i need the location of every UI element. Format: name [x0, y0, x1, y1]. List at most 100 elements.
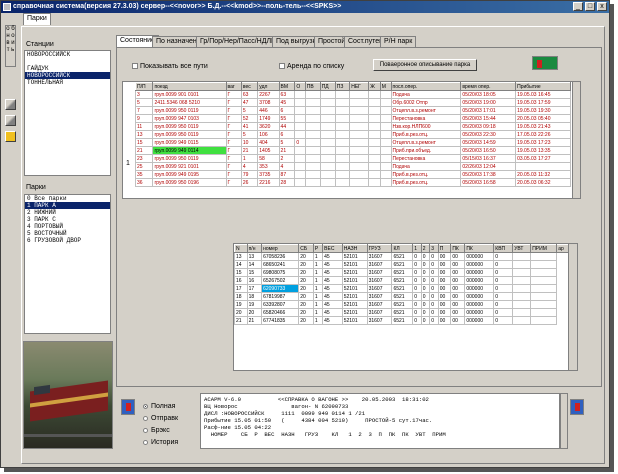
table-row[interactable]: 23 груп.0099 950 0119 Г 1 58 2 Перестановка 05/… — [134, 154, 571, 163]
list-item[interactable]: ТОННЕЛЬНАЯ — [25, 79, 110, 86]
table-row[interactable]: 16 16 65267502 20 1 45 52101 31607 6521 0 0 0 00 00 00… — [234, 276, 570, 285]
column-header[interactable]: номер — [261, 244, 300, 253]
tool-folder-icon[interactable] — [5, 131, 16, 142]
list-item[interactable]: 4 ПОРТОВЫЙ — [25, 223, 110, 230]
column-header[interactable]: О — [294, 82, 306, 91]
table-row[interactable]: 11 груп.0099 950 0119 Г 41 3620 44 Нзв.кор.НЛП… — [134, 122, 571, 131]
table-row[interactable]: 15 15 69808075 20 1 45 52101 31607 6521 0 0 0 00 00 00… — [234, 268, 570, 277]
column-header[interactable]: ВЕС — [322, 244, 343, 253]
table-row[interactable]: 36 груп.0099 950 0196 Г 26 2216 28 Приб.в.рез.… — [134, 178, 571, 187]
show-all-tracks-checkbox[interactable]: Показывать все пути — [132, 63, 208, 70]
report-scrollbar[interactable] — [560, 393, 568, 449]
wagons-scrollbar[interactable] — [568, 244, 577, 370]
table-row[interactable]: 7 груп.0099 950 0119 Г 5 446 6 Отцепл.в.з.ремо… — [134, 106, 571, 115]
column-header[interactable]: М — [379, 82, 392, 91]
column-header[interactable]: ваг — [225, 82, 242, 91]
tab-rn-park[interactable]: Р/Н парк — [380, 36, 417, 47]
table-row[interactable]: 20 20 65820466 20 1 45 52101 31607 6521 0 0 0 00 00 00… — [234, 308, 570, 317]
column-header[interactable]: удл — [257, 82, 280, 91]
tracks-scrollbar[interactable] — [572, 82, 580, 198]
tab-cargo[interactable]: Гр/Пор/Нер/Пасс/НДЛМ — [196, 36, 281, 47]
column-header[interactable]: ПД — [319, 82, 336, 91]
rent-by-list-checkbox[interactable]: Аренда по списку — [279, 63, 344, 70]
export-icon[interactable] — [532, 56, 558, 70]
column-header[interactable]: П — [437, 244, 452, 253]
list-item[interactable]: НОВОРОССИЙСК — [25, 51, 110, 58]
column-header[interactable]: ПЗ — [334, 82, 351, 91]
column-header[interactable]: поезд — [152, 82, 227, 91]
column-header[interactable]: ПК — [464, 244, 495, 253]
tab-parks[interactable]: Парки — [23, 13, 51, 25]
column-header[interactable]: ПК — [450, 244, 466, 253]
column-header[interactable]: Прибытие — [515, 82, 571, 91]
column-header[interactable]: ГРУЗ — [366, 244, 393, 253]
table-row[interactable]: 18 18 67819987 20 1 45 52101 31607 6521 0 0 0 00 00 00… — [234, 292, 570, 301]
table-row[interactable]: 13 груп.0099 950 0119 Г 5 106 6 Приб.в.рез.отц… — [134, 130, 571, 139]
radio-history[interactable]: История — [143, 439, 178, 446]
radio-dot[interactable] — [143, 439, 148, 445]
radio-defects[interactable]: Брэкс — [143, 427, 170, 434]
wagons-grid[interactable]: Nп/н номер СБ Р ВЕС НАЗН ГРУЗ КЛ 1 2 3 П ПК ПК КВП УВТ П… — [233, 243, 578, 371]
column-header[interactable]: СБ — [298, 244, 314, 253]
print-report-icon[interactable] — [570, 399, 584, 415]
column-header[interactable]: п/н — [246, 244, 263, 253]
wagon-report-text[interactable]: АСАРМ V-6.0 <<СПРАВКА О ВАГОНЕ >> 20.05.… — [200, 393, 560, 449]
tool-edit-icon[interactable] — [5, 115, 16, 126]
table-row[interactable]: 9 груп.0099 947 0103 Г 52 1749 55 Перестановка… — [134, 114, 571, 123]
column-header[interactable]: КВП — [493, 244, 514, 253]
column-header[interactable]: 3 — [429, 244, 439, 253]
table-row[interactable]: 35 груп.0099 949 0195 Г 79 3735 87 Приб.в.рез.… — [134, 170, 571, 179]
tracks-grid[interactable]: П/П поезд ваг вес удл ВМ О ПВ ПД ПЗ НЕГ Ж Мпосл.опер… — [122, 81, 581, 199]
column-header[interactable]: N — [234, 244, 248, 253]
list-item[interactable]: 3 ПАРК С — [25, 216, 110, 223]
column-header[interactable]: время опер. — [460, 82, 517, 91]
table-row[interactable]: 19 19 63392807 20 1 45 52101 31607 6521 0 0 0 00 00 00… — [234, 300, 570, 309]
table-row[interactable]: 17 17 62090733 20 1 45 52101 31607 6521 0 0 0 00 00 00… — [234, 284, 570, 293]
stations-list[interactable]: НОВОРОССИЙСК ГАЙДУК НОВОРОССИЙСК ТОННЕЛЬ… — [24, 50, 111, 176]
maximize-button[interactable]: □ — [585, 2, 595, 11]
table-row[interactable]: 5 2411.5346 068 5210 Г 47 3708 45 Обр.6002 Отп… — [134, 98, 571, 107]
list-item[interactable]: 5 ВОСТОЧНЫЙ — [25, 230, 110, 237]
list-item[interactable] — [25, 58, 110, 65]
column-header[interactable]: ПВ — [304, 82, 321, 91]
table-row[interactable]: 25 груп.0099 921 0101 Г 4 353 4 Подача 02/26/03… — [134, 162, 571, 171]
radio-dot[interactable] — [143, 403, 148, 409]
column-header[interactable]: НЕГ — [349, 82, 370, 91]
table-row[interactable]: 13 13 67058236 20 1 45 52101 31607 6521 0 0 0 00 00 00… — [234, 252, 570, 261]
list-item[interactable]: 2 НИЖНИЙ — [25, 209, 110, 216]
checkbox-box[interactable] — [279, 63, 285, 70]
radio-dot[interactable] — [143, 427, 148, 433]
radio-dispatch[interactable]: Отправк — [143, 415, 178, 422]
close-button[interactable]: x — [597, 2, 607, 11]
column-header[interactable]: УВТ — [512, 244, 532, 253]
table-row[interactable]: 3 груп.0099 901 0101 Г 63 2267 63 Подача 05/20/… — [134, 90, 571, 99]
table-row[interactable]: 14 14 68650241 20 1 45 52101 31607 6521 0 0 0 00 00 00… — [234, 260, 570, 269]
column-header[interactable]: Р — [312, 244, 324, 253]
list-item[interactable]: 1 ПАРК А — [25, 202, 110, 209]
tool-pen-icon[interactable] — [5, 99, 16, 110]
column-header[interactable]: посл.опер. — [390, 82, 462, 91]
list-item[interactable]: 0 Все парки — [25, 195, 110, 202]
column-header[interactable]: П/П — [134, 82, 154, 91]
parks-list[interactable]: 0 Все парки 1 ПАРК А 2 НИЖНИЙ 3 ПАРК С 4… — [24, 194, 111, 334]
refresh-button[interactable]: о б н о в и т ь — [5, 25, 16, 67]
list-item[interactable]: ГАЙДУК — [25, 65, 110, 72]
list-item[interactable]: НОВОРОССИЙСК — [25, 72, 110, 79]
column-header[interactable]: Ж — [368, 82, 381, 91]
checkbox-box[interactable] — [132, 63, 138, 70]
radio-full[interactable]: Полная — [143, 403, 175, 410]
table-row[interactable]: 21 груп.0099 949 0114 Г 21 1405 21 Приб.при.об… — [134, 146, 571, 155]
column-header[interactable]: ПРИМ — [530, 244, 558, 253]
radio-dot[interactable] — [143, 415, 148, 421]
column-header[interactable]: 1 — [412, 244, 422, 253]
column-header[interactable]: вес — [240, 82, 259, 91]
print-icon[interactable] — [121, 399, 135, 415]
table-row[interactable]: 21 21 67741835 20 1 45 52101 31607 6521 0 0 0 00 00 00… — [234, 316, 570, 325]
table-row[interactable]: 15 груп.0099 949 0115 Г 10 404 5 0 Отцепл.в.з.р… — [134, 138, 571, 147]
column-header[interactable]: КЛ — [391, 244, 414, 253]
minimize-button[interactable]: _ — [573, 2, 583, 11]
column-header[interactable]: 2 — [420, 244, 431, 253]
column-header[interactable]: НАЗН — [341, 244, 368, 253]
list-item[interactable]: 6 ГРУЗОВОЙ ДВОР — [25, 237, 110, 244]
wagon-list-button[interactable]: Поваеронное описывание парка — [373, 59, 477, 71]
